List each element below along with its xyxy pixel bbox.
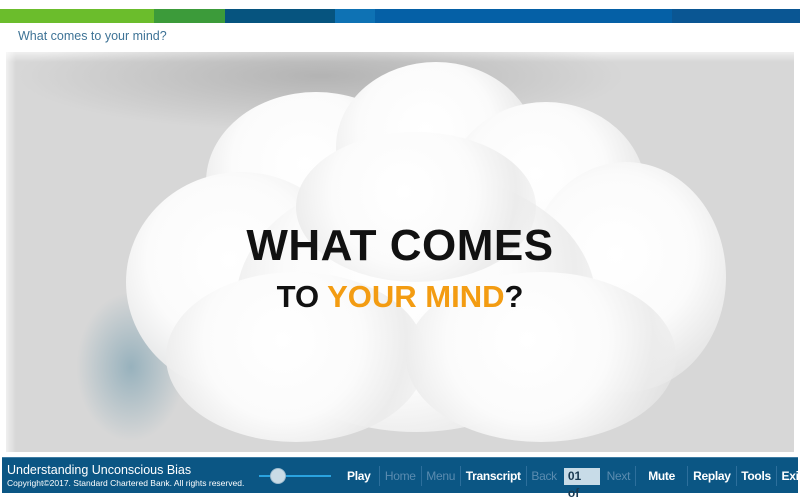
stripe-segment <box>225 9 335 23</box>
stripe-segment <box>0 9 154 23</box>
next-button[interactable]: Next <box>602 467 635 485</box>
volume-slider[interactable] <box>259 467 331 485</box>
slide-title: What comes to your mind? <box>18 29 167 43</box>
headline-accent: YOUR MIND <box>327 279 505 314</box>
copyright-text: Copyright©2017. Standard Chartered Bank.… <box>7 478 245 488</box>
player-controls: Play Home Menu Transcript Back 01 of 19 … <box>342 458 800 500</box>
slider-thumb[interactable] <box>270 468 287 484</box>
menu-button[interactable]: Menu <box>421 467 460 485</box>
stripe-segment <box>335 9 375 23</box>
course-title: Understanding Unconscious Bias <box>7 463 192 477</box>
mute-button[interactable]: Mute <box>643 467 680 485</box>
page-counter: 01 of 19 <box>563 467 600 500</box>
exit-button[interactable]: Exit <box>777 467 800 485</box>
play-button[interactable]: Play <box>342 467 376 485</box>
back-button[interactable]: Back <box>526 467 561 485</box>
tools-button[interactable]: Tools <box>736 467 776 485</box>
headline-line-2: TO YOUR MIND? <box>0 279 800 315</box>
home-button[interactable]: Home <box>380 467 421 485</box>
stripe-segment <box>672 9 800 23</box>
player-control-bar: Understanding Unconscious Bias Copyright… <box>2 457 800 500</box>
divider <box>635 466 636 486</box>
headline-line-1: WHAT COMES <box>246 221 554 270</box>
headline-suffix: ? <box>504 279 524 314</box>
headline-prefix: TO <box>276 279 328 314</box>
header-color-stripe <box>0 9 800 23</box>
transcript-button[interactable]: Transcript <box>461 467 526 485</box>
stripe-segment <box>154 9 225 23</box>
stripe-segment <box>375 9 672 23</box>
replay-button[interactable]: Replay <box>688 467 736 485</box>
